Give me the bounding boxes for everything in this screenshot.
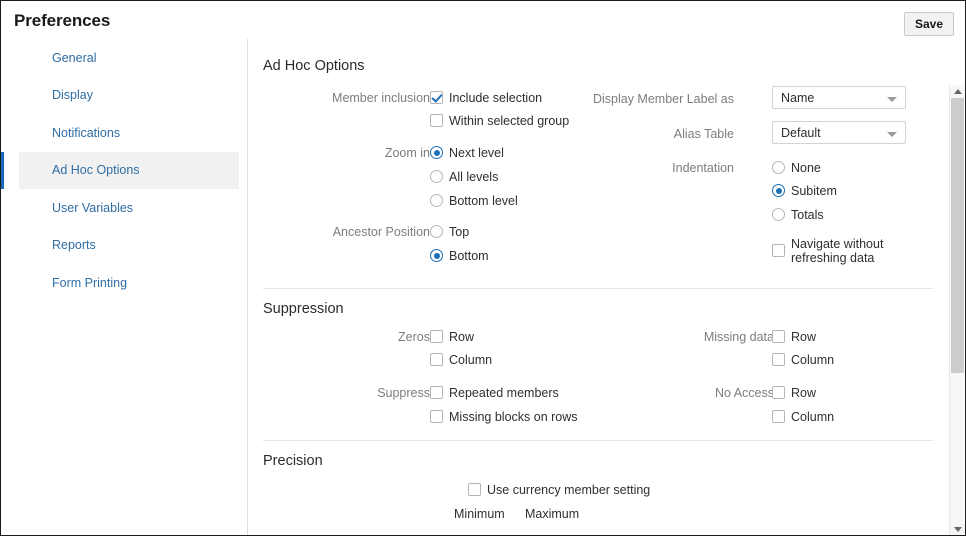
sidebar-item-label: General (52, 51, 96, 65)
label-no-access-column: Column (791, 410, 834, 424)
label-member-inclusion: Member inclusion (284, 91, 430, 105)
label-zeros: Zeros (284, 330, 430, 344)
label-zeros-column: Column (449, 353, 492, 367)
label-use-currency-member-setting: Use currency member setting (487, 483, 650, 497)
label-zeros-row: Row (449, 330, 474, 344)
checkbox-zeros-column[interactable] (430, 353, 443, 366)
label-indentation-none: None (791, 161, 821, 175)
dropdown-value: Default (781, 126, 821, 140)
radio-ancestor-top[interactable] (430, 225, 443, 238)
sidebar: General Display Notifications Ad Hoc Opt… (1, 39, 248, 536)
label-suppress: Suppress (284, 386, 430, 400)
label-indentation-subitem: Subitem (791, 184, 837, 198)
label-include-selection: Include selection (449, 91, 542, 105)
label-alias-table: Alias Table (589, 127, 734, 141)
save-button[interactable]: Save (904, 12, 954, 36)
sidebar-item-notifications[interactable]: Notifications (19, 114, 239, 152)
label-maximum: Maximum (525, 507, 579, 521)
scroll-up-arrow-icon[interactable] (950, 85, 965, 98)
section-title-suppression: Suppression (263, 301, 344, 317)
section-title-precision: Precision (263, 453, 323, 469)
label-missing-blocks-on-rows: Missing blocks on rows (449, 410, 578, 424)
window-header: Preferences Save (1, 1, 966, 39)
chevron-down-icon (887, 132, 897, 137)
checkbox-include-selection[interactable] (430, 91, 443, 104)
radio-indentation-totals[interactable] (772, 208, 785, 221)
preferences-window: Preferences Save General Display Notific… (0, 0, 966, 536)
sidebar-item-label: Display (52, 88, 93, 102)
label-minimum: Minimum (454, 507, 505, 521)
checkbox-navigate-without-refreshing-data[interactable] (772, 244, 785, 257)
dropdown-display-member-label-as[interactable]: Name (772, 86, 906, 109)
chevron-down-icon (887, 97, 897, 102)
sidebar-item-label: Reports (52, 238, 96, 252)
checkbox-missing-data-column[interactable] (772, 353, 785, 366)
page-title: Preferences (14, 11, 110, 31)
dropdown-alias-table[interactable]: Default (772, 121, 906, 144)
checkbox-no-access-row[interactable] (772, 386, 785, 399)
dropdown-value: Name (781, 91, 814, 105)
label-no-access: No Access (609, 386, 774, 400)
label-indentation-totals: Totals (791, 208, 824, 222)
label-ancestor-position: Ancestor Position (274, 225, 430, 239)
sidebar-item-label: Notifications (52, 126, 120, 140)
scroll-thumb[interactable] (951, 98, 964, 373)
checkbox-no-access-column[interactable] (772, 410, 785, 423)
label-repeated-members: Repeated members (449, 386, 559, 400)
label-missing-data-column: Column (791, 353, 834, 367)
radio-ancestor-bottom[interactable] (430, 249, 443, 262)
sidebar-item-label: Ad Hoc Options (52, 163, 140, 177)
sidebar-item-ad-hoc-options[interactable]: Ad Hoc Options (19, 152, 239, 190)
content-inner: Ad Hoc Options Member inclusion Include … (249, 39, 949, 536)
label-missing-data: Missing data (609, 330, 774, 344)
label-bottom-level: Bottom level (449, 194, 518, 208)
sidebar-item-general[interactable]: General (19, 39, 239, 77)
label-display-member-label-as: Display Member Label as (589, 92, 734, 106)
section-divider-1 (263, 288, 933, 289)
section-divider-2 (263, 440, 933, 441)
label-navigate-without-refreshing-data: Navigate without refreshing data (791, 237, 911, 265)
label-ancestor-bottom: Bottom (449, 249, 489, 263)
scroll-down-arrow-icon[interactable] (950, 523, 965, 536)
sidebar-item-reports[interactable]: Reports (19, 227, 239, 265)
content-scrollbar[interactable] (949, 85, 964, 536)
checkbox-within-selected-group[interactable] (430, 114, 443, 127)
label-within-selected-group: Within selected group (449, 114, 569, 128)
checkbox-missing-blocks-on-rows[interactable] (430, 410, 443, 423)
radio-next-level[interactable] (430, 146, 443, 159)
sidebar-item-label: Form Printing (52, 276, 127, 290)
label-zoom-in: Zoom in (284, 146, 430, 160)
content-panel: Ad Hoc Options Member inclusion Include … (249, 39, 966, 536)
label-next-level: Next level (449, 146, 504, 160)
checkbox-zeros-row[interactable] (430, 330, 443, 343)
checkbox-repeated-members[interactable] (430, 386, 443, 399)
section-title-ad-hoc-options: Ad Hoc Options (263, 58, 365, 74)
label-no-access-row: Row (791, 386, 816, 400)
label-missing-data-row: Row (791, 330, 816, 344)
radio-indentation-none[interactable] (772, 161, 785, 174)
sidebar-item-form-printing[interactable]: Form Printing (19, 264, 239, 302)
radio-all-levels[interactable] (430, 170, 443, 183)
checkbox-missing-data-row[interactable] (772, 330, 785, 343)
label-indentation: Indentation (589, 161, 734, 175)
radio-bottom-level[interactable] (430, 194, 443, 207)
checkbox-use-currency-member-setting[interactable] (468, 483, 481, 496)
sidebar-item-user-variables[interactable]: User Variables (19, 189, 239, 227)
sidebar-item-display[interactable]: Display (19, 77, 239, 115)
sidebar-item-label: User Variables (52, 201, 133, 215)
radio-indentation-subitem[interactable] (772, 184, 785, 197)
label-all-levels: All levels (449, 170, 498, 184)
label-ancestor-top: Top (449, 225, 469, 239)
